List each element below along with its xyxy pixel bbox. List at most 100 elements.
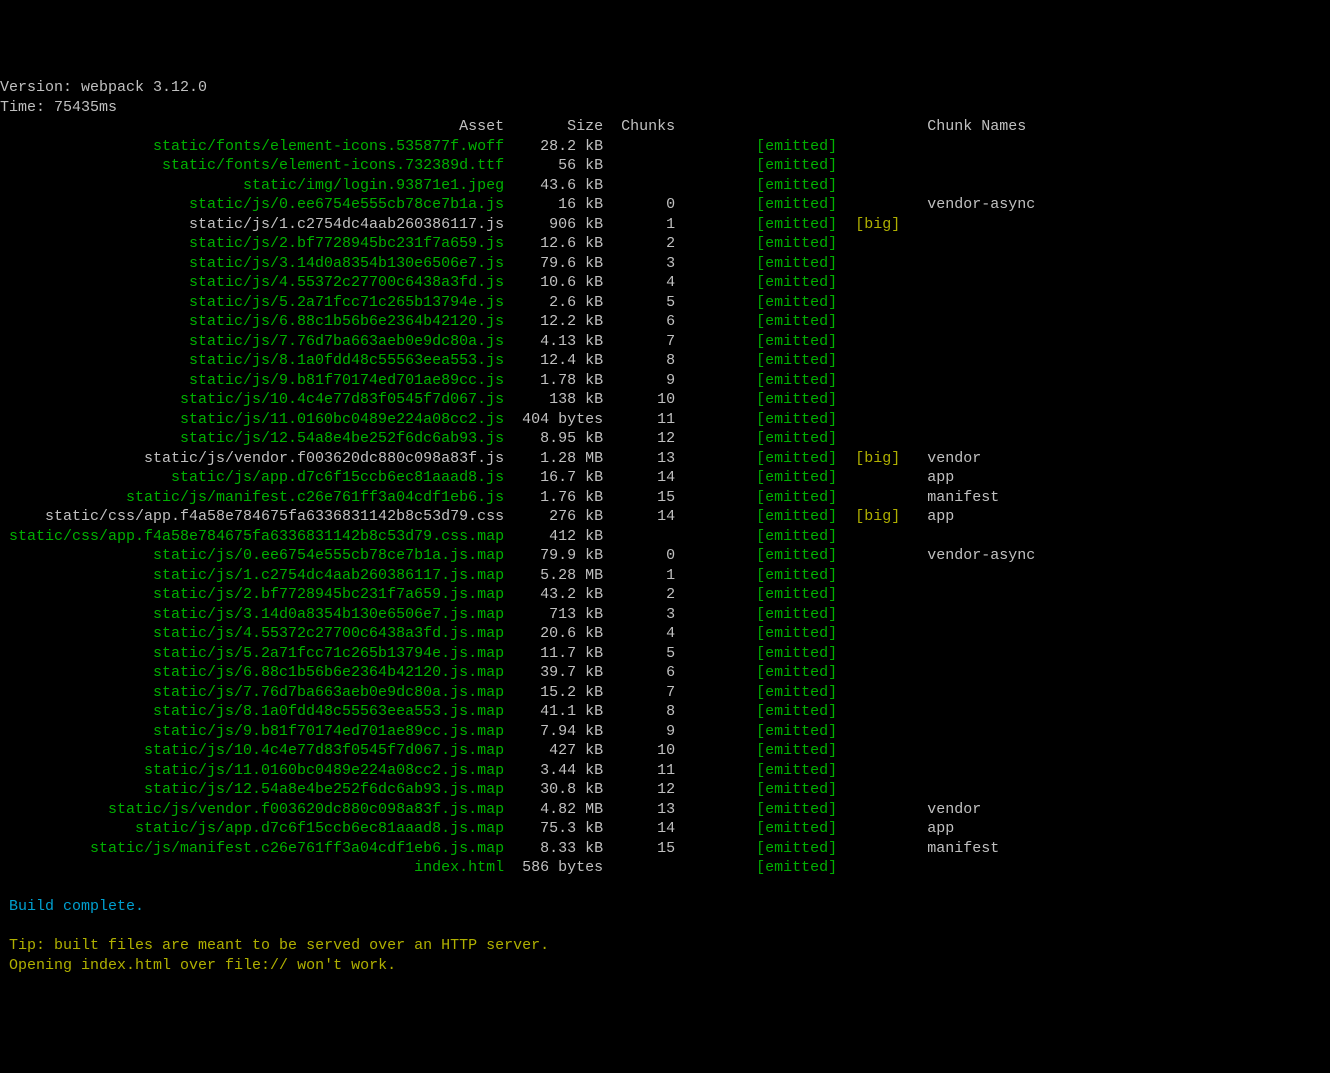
asset-cell: static/js/manifest.c26e761ff3a04cdf1eb6.… [0, 489, 504, 506]
asset-cell: static/js/3.14d0a8354b130e6506e7.js.map [0, 606, 504, 623]
version-line: Version: webpack 3.12.0 [0, 79, 207, 96]
size-cell: 1.78 kB [504, 372, 603, 389]
col-asset: Asset [0, 118, 504, 135]
asset-cell: static/js/10.4c4e77d83f0545f7d067.js.map [0, 742, 504, 759]
chunks-cell: 5 [603, 294, 675, 311]
chunks-cell: 12 [603, 781, 675, 798]
chunks-cell: 6 [603, 313, 675, 330]
asset-cell: static/js/12.54a8e4be252f6dc6ab93.js [0, 430, 504, 447]
asset-cell: static/js/2.bf7728945bc231f7a659.js.map [0, 586, 504, 603]
size-cell: 16 kB [504, 196, 603, 213]
size-cell: 56 kB [504, 157, 603, 174]
size-cell: 12.4 kB [504, 352, 603, 369]
chunks-cell: 4 [603, 274, 675, 291]
col-size: Size [504, 118, 603, 135]
chunk-name-cell: vendor [927, 801, 981, 818]
asset-cell: static/js/1.c2754dc4aab260386117.js [0, 216, 504, 233]
asset-cell: static/js/12.54a8e4be252f6dc6ab93.js.map [0, 781, 504, 798]
size-cell: 906 kB [504, 216, 603, 233]
big-flag: [big] [855, 216, 909, 233]
emitted-flag: [emitted] [693, 372, 837, 389]
emitted-flag: [emitted] [693, 859, 837, 876]
emitted-flag: [emitted] [693, 606, 837, 623]
chunks-cell: 15 [603, 489, 675, 506]
chunks-cell: 9 [603, 372, 675, 389]
emitted-flag: [emitted] [693, 489, 837, 506]
size-cell: 713 kB [504, 606, 603, 623]
big-flag: [big] [855, 450, 909, 467]
chunks-cell: 10 [603, 742, 675, 759]
size-cell: 3.44 kB [504, 762, 603, 779]
size-cell: 41.1 kB [504, 703, 603, 720]
emitted-flag: [emitted] [693, 294, 837, 311]
asset-cell: static/js/8.1a0fdd48c55563eea553.js.map [0, 703, 504, 720]
chunk-name-cell: vendor [927, 450, 981, 467]
chunks-cell: 0 [603, 547, 675, 564]
big-flag: [big] [855, 508, 909, 525]
chunk-name-cell: app [927, 469, 954, 486]
size-cell: 138 kB [504, 391, 603, 408]
chunks-cell [603, 138, 675, 155]
size-cell: 12.2 kB [504, 313, 603, 330]
emitted-flag: [emitted] [693, 547, 837, 564]
emitted-flag: [emitted] [693, 313, 837, 330]
chunks-cell: 15 [603, 840, 675, 857]
emitted-flag: [emitted] [693, 801, 837, 818]
chunks-cell: 9 [603, 723, 675, 740]
emitted-flag: [emitted] [693, 450, 837, 467]
size-cell: 8.95 kB [504, 430, 603, 447]
asset-cell: static/js/9.b81f70174ed701ae89cc.js [0, 372, 504, 389]
emitted-flag: [emitted] [693, 703, 837, 720]
size-cell: 276 kB [504, 508, 603, 525]
chunks-cell [603, 177, 675, 194]
chunks-cell: 6 [603, 664, 675, 681]
emitted-flag: [emitted] [693, 391, 837, 408]
asset-cell: static/js/5.2a71fcc71c265b13794e.js [0, 294, 504, 311]
asset-cell: static/js/manifest.c26e761ff3a04cdf1eb6.… [0, 840, 504, 857]
chunks-cell [603, 859, 675, 876]
size-cell: 11.7 kB [504, 645, 603, 662]
size-cell: 427 kB [504, 742, 603, 759]
chunk-name-cell: vendor-async [927, 196, 1035, 213]
asset-cell: static/js/1.c2754dc4aab260386117.js.map [0, 567, 504, 584]
emitted-flag: [emitted] [693, 255, 837, 272]
asset-cell: static/js/4.55372c27700c6438a3fd.js.map [0, 625, 504, 642]
size-cell: 30.8 kB [504, 781, 603, 798]
emitted-flag: [emitted] [693, 762, 837, 779]
chunks-cell: 8 [603, 352, 675, 369]
asset-cell: static/css/app.f4a58e784675fa6336831142b… [0, 528, 504, 545]
asset-cell: static/fonts/element-icons.535877f.woff [0, 138, 504, 155]
emitted-flag: [emitted] [693, 430, 837, 447]
chunks-cell: 13 [603, 801, 675, 818]
size-cell: 75.3 kB [504, 820, 603, 837]
chunk-name-cell: manifest [927, 840, 999, 857]
size-cell: 4.13 kB [504, 333, 603, 350]
size-cell: 412 kB [504, 528, 603, 545]
emitted-flag: [emitted] [693, 742, 837, 759]
asset-cell: static/js/0.ee6754e555cb78ce7b1a.js.map [0, 547, 504, 564]
emitted-flag: [emitted] [693, 352, 837, 369]
size-cell: 79.6 kB [504, 255, 603, 272]
time-unit: ms [99, 99, 117, 116]
chunk-name-cell: manifest [927, 489, 999, 506]
emitted-flag: [emitted] [693, 235, 837, 252]
chunk-name-cell: app [927, 820, 954, 837]
chunks-cell: 2 [603, 586, 675, 603]
asset-cell: static/js/4.55372c27700c6438a3fd.js [0, 274, 504, 291]
emitted-flag: [emitted] [693, 528, 837, 545]
emitted-flag: [emitted] [693, 684, 837, 701]
size-cell: 79.9 kB [504, 547, 603, 564]
chunks-cell: 2 [603, 235, 675, 252]
asset-cell: static/js/7.76d7ba663aeb0e9dc80a.js [0, 333, 504, 350]
emitted-flag: [emitted] [693, 723, 837, 740]
size-cell: 43.6 kB [504, 177, 603, 194]
chunks-cell: 14 [603, 508, 675, 525]
asset-cell: static/js/6.88c1b56b6e2364b42120.js.map [0, 664, 504, 681]
chunks-cell: 7 [603, 333, 675, 350]
asset-cell: static/js/0.ee6754e555cb78ce7b1a.js [0, 196, 504, 213]
col-chunk-names: Chunk Names [927, 118, 1026, 135]
asset-cell: static/js/11.0160bc0489e224a08cc2.js [0, 411, 504, 428]
build-complete: Build complete. [9, 898, 144, 915]
chunks-cell [603, 528, 675, 545]
asset-cell: static/js/10.4c4e77d83f0545f7d067.js [0, 391, 504, 408]
